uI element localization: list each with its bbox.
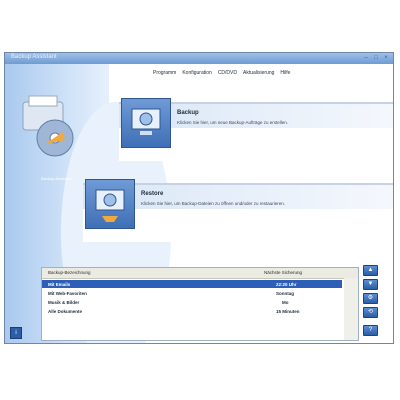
list-scrollbar[interactable]: [344, 278, 358, 340]
title-bar: Backup Assistant – □ ×: [5, 53, 393, 64]
move-up-button[interactable]: ▲: [363, 265, 378, 276]
restore-description: Klicken Sie hier, um Backup-Dateien zu ö…: [141, 201, 285, 206]
row-next: 22:20 Uhr: [276, 281, 297, 287]
logo-caption: Backup Assistant: [41, 176, 72, 181]
restore-monitor-icon[interactable]: [85, 179, 135, 229]
row-name: Alle Dokumente: [48, 308, 83, 314]
menu-hilfe[interactable]: Hilfe: [280, 70, 290, 76]
menu-konfiguration[interactable]: Konfiguration: [182, 70, 211, 76]
table-row[interactable]: Musik & Bilder Mo: [42, 298, 342, 306]
corner-info-button[interactable]: i: [10, 327, 22, 339]
restore-title: Restore: [141, 191, 164, 197]
backup-description: Klicken Sie hier, um neue Backup-Aufträg…: [177, 120, 289, 125]
column-header-next[interactable]: Nächste Sicherung: [264, 270, 302, 275]
refresh-button[interactable]: ⟲: [363, 307, 378, 318]
maximize-icon[interactable]: □: [372, 54, 380, 62]
menu-cd-dvd[interactable]: CD/DVD: [218, 70, 237, 76]
main-window: Backup Assistant – □ × Backup Assistant …: [4, 52, 394, 344]
table-row[interactable]: Alle Dokumente 15 Minuten: [42, 307, 342, 315]
printer-disc-logo-icon: [22, 95, 74, 157]
backup-panel[interactable]: Backup Klicken Sie hier, um neue Backup-…: [119, 98, 393, 161]
list-header: Backup-Bezeichnung Nächste Sicherung: [42, 268, 358, 279]
window-controls: – □ ×: [362, 54, 390, 62]
backup-title: Backup: [177, 110, 199, 116]
close-icon[interactable]: ×: [382, 54, 390, 62]
table-row[interactable]: Mit Web-Favoriten Sonntag: [42, 289, 342, 297]
settings-button[interactable]: ⚙: [363, 293, 378, 304]
window-title: Backup Assistant: [11, 54, 57, 60]
row-name: Mit Emails: [48, 281, 71, 287]
row-next: Mo: [282, 299, 289, 305]
row-next: Sonntag: [276, 290, 294, 296]
backup-monitor-icon[interactable]: [121, 98, 171, 148]
column-header-name[interactable]: Backup-Bezeichnung: [48, 270, 91, 275]
menu-programm[interactable]: Programm: [153, 70, 176, 76]
move-down-button[interactable]: ▼: [363, 279, 378, 290]
minimize-icon[interactable]: –: [362, 54, 370, 62]
table-row[interactable]: Mit Emails 22:20 Uhr: [42, 280, 342, 288]
help-button[interactable]: ?: [363, 325, 378, 336]
menu-aktualisierung[interactable]: Aktualisierung: [243, 70, 274, 76]
row-name: Musik & Bilder: [48, 299, 80, 305]
row-name: Mit Web-Favoriten: [48, 290, 87, 296]
backup-jobs-list[interactable]: Backup-Bezeichnung Nächste Sicherung Mit…: [41, 267, 359, 341]
restore-panel[interactable]: Restore Klicken Sie hier, um Backup-Date…: [83, 179, 393, 242]
row-next: 15 Minuten: [276, 308, 300, 314]
menu-bar: Programm Konfiguration CD/DVD Aktualisie…: [153, 70, 290, 76]
